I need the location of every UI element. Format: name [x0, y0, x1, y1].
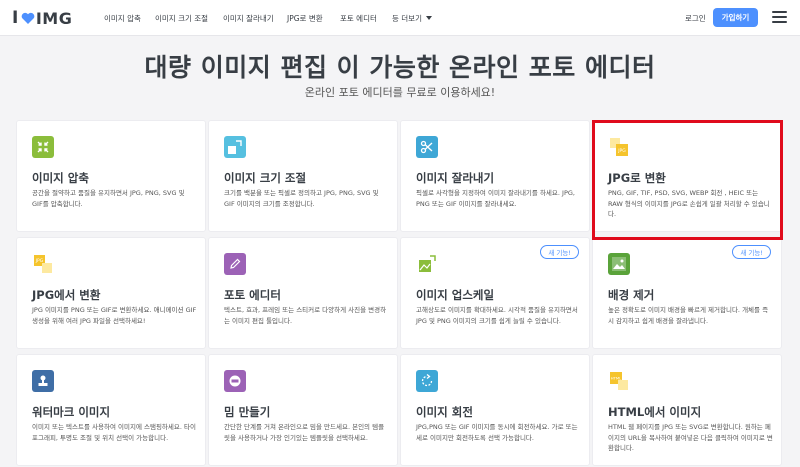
jpg-from-icon: JPG [32, 253, 54, 275]
stamp-icon [32, 370, 54, 392]
tool-card-description: JPG,PNG 또는 GIF 이미지를 동시에 회전하세요. 가로 또는 세로 … [416, 423, 578, 442]
nav-resize[interactable]: 이미지 크기 조절 [155, 13, 208, 24]
tool-card-description: HTML 웹 페이지를 JPG 또는 SVG로 변환합니다. 원하는 페이지의 … [608, 423, 773, 452]
tool-card-title: 워터마크 이미지 [32, 405, 111, 419]
logo-text: IMG [35, 8, 73, 28]
tool-card[interactable]: 이미지 압축공간을 절약하고 품질을 유지하면서 JPG, PNG, SVG 및… [16, 120, 206, 232]
tool-card-title: 이미지 압축 [32, 171, 89, 185]
tool-card-title: HTML에서 이미지 [608, 405, 702, 419]
tool-card-title: 이미지 업스케일 [416, 288, 495, 302]
tool-card[interactable]: HTML HTML에서 이미지 HTML 웹 페이지를 JPG 또는 SVG로 변환… [592, 354, 782, 466]
pencil-icon [224, 253, 246, 275]
tool-card-description: 높은 정확도로 이미지 배경을 빠르게 제거합니다. 개체를 즉시 감지하고 쉽… [608, 306, 769, 325]
tool-card[interactable]: 이미지 잘라내기픽셀로 사각형을 지정하여 이미지 잘라내기를 하세요. JPG… [400, 120, 590, 232]
new-feature-badge: 새 기능! [540, 245, 579, 259]
meme-icon [224, 370, 246, 392]
nav-photo-editor[interactable]: 포토 에디터 [340, 13, 377, 24]
tool-card-description: 간단한 단계를 거쳐 온라인으로 밈을 만드세요. 본인의 템플릿을 사용하거나… [224, 423, 385, 442]
tool-card-title: 밈 만들기 [224, 405, 271, 419]
tool-card-description: 이미지 또는 텍스트를 사용하여 이미지에 스탬핑하세요. 타이포그래피, 투명… [32, 423, 196, 442]
hamburger-menu-icon[interactable] [772, 11, 787, 23]
page-title: 대량 이미지 편집 이 가능한 온라인 포토 에디터 [144, 53, 656, 82]
tool-card-description: 고해상도로 이미지를 확대하세요. 시각적 품질을 유지하면서 JPG 및 PN… [416, 306, 578, 325]
top-header: I IMG 이미지 압축 이미지 크기 조절 이미지 잘라내기 JPG로 변환 … [0, 0, 800, 36]
tool-card-description: 텍스트, 효과, 프레임 또는 스티커로 다양하게 사진을 변경하는 이미지 편… [224, 306, 387, 325]
nav-more-dropdown[interactable]: 등 더보기 [392, 13, 432, 24]
tool-card-title: 이미지 잘라내기 [416, 171, 495, 185]
nav-crop[interactable]: 이미지 잘라내기 [223, 13, 274, 24]
tool-card[interactable]: 포토 에디터텍스트, 효과, 프레임 또는 스티커로 다양하게 사진을 변경하는… [208, 237, 398, 349]
tool-card[interactable]: JPG JPG에서 변환 JPG 이미지를 PNG 또는 GIF로 변환하세요. 애… [16, 237, 206, 349]
tool-card[interactable]: 워터마크 이미지이미지 또는 텍스트를 사용하여 이미지에 스탬핑하세요. 타이… [16, 354, 206, 466]
tool-card-description: 픽셀로 사각형을 지정하여 이미지 잘라내기를 하세요. JPG, PNG 또는… [416, 189, 575, 208]
logo[interactable]: I IMG [12, 7, 72, 29]
remove-bg-icon [608, 253, 630, 275]
tool-card-description: 공간을 절약하고 품질을 유지하면서 JPG, PNG, SVG 및 GIF를 … [32, 189, 185, 208]
highlight-box [592, 120, 783, 240]
tool-card-description: 크기를 백분율 또는 픽셀로 정의하고 JPG, PNG, SVG 및 GIF … [224, 189, 379, 208]
tool-card-title: 이미지 크기 조절 [224, 171, 307, 185]
tool-card[interactable]: 배경 제거높은 정확도로 이미지 배경을 빠르게 제거합니다. 개체를 즉시 감… [592, 237, 782, 349]
tool-card-title: 배경 제거 [608, 288, 655, 302]
nav-compress[interactable]: 이미지 압축 [104, 13, 141, 24]
tool-card[interactable]: 이미지 크기 조절크기를 백분율 또는 픽셀로 정의하고 JPG, PNG, S… [208, 120, 398, 232]
rotate-icon [416, 370, 438, 392]
chevron-down-icon [425, 16, 432, 20]
svg-text:HTML: HTML [611, 376, 622, 381]
tool-card-title: 이미지 회전 [416, 405, 473, 419]
tool-card-title: JPG에서 변환 [32, 288, 101, 302]
html-icon: HTML [608, 370, 630, 392]
heart-icon [21, 12, 35, 24]
tool-card[interactable]: 이미지 업스케일고해상도로 이미지를 확대하세요. 시각적 품질을 유지하면서 … [400, 237, 590, 349]
nav-more-label: 등 더보기 [392, 13, 422, 23]
tool-card-title: 포토 에디터 [224, 288, 281, 302]
signup-button[interactable]: 가입하기 [713, 8, 758, 27]
resize-icon [224, 136, 246, 158]
tool-card[interactable]: 이미지 회전 JPG,PNG 또는 GIF 이미지를 동시에 회전하세요. 가로 … [400, 354, 590, 466]
tool-card[interactable]: 밈 만들기간단한 단계를 거쳐 온라인으로 밈을 만드세요. 본인의 템플릿을 … [208, 354, 398, 466]
compress-icon [32, 136, 54, 158]
login-link[interactable]: 로그인 [685, 13, 706, 24]
upscale-icon [416, 253, 438, 275]
logo-i: I [12, 8, 19, 28]
nav-to-jpg[interactable]: JPG로 변환 [287, 13, 323, 24]
new-feature-badge: 새 기능! [732, 245, 771, 259]
scissors-icon [416, 136, 438, 158]
tool-card-description: JPG 이미지를 PNG 또는 GIF로 변환하세요. 애니메이션 GIF 생성… [32, 306, 197, 325]
page-subtitle: 온라인 포토 에디터를 무료로 이용하세요! [304, 86, 496, 99]
